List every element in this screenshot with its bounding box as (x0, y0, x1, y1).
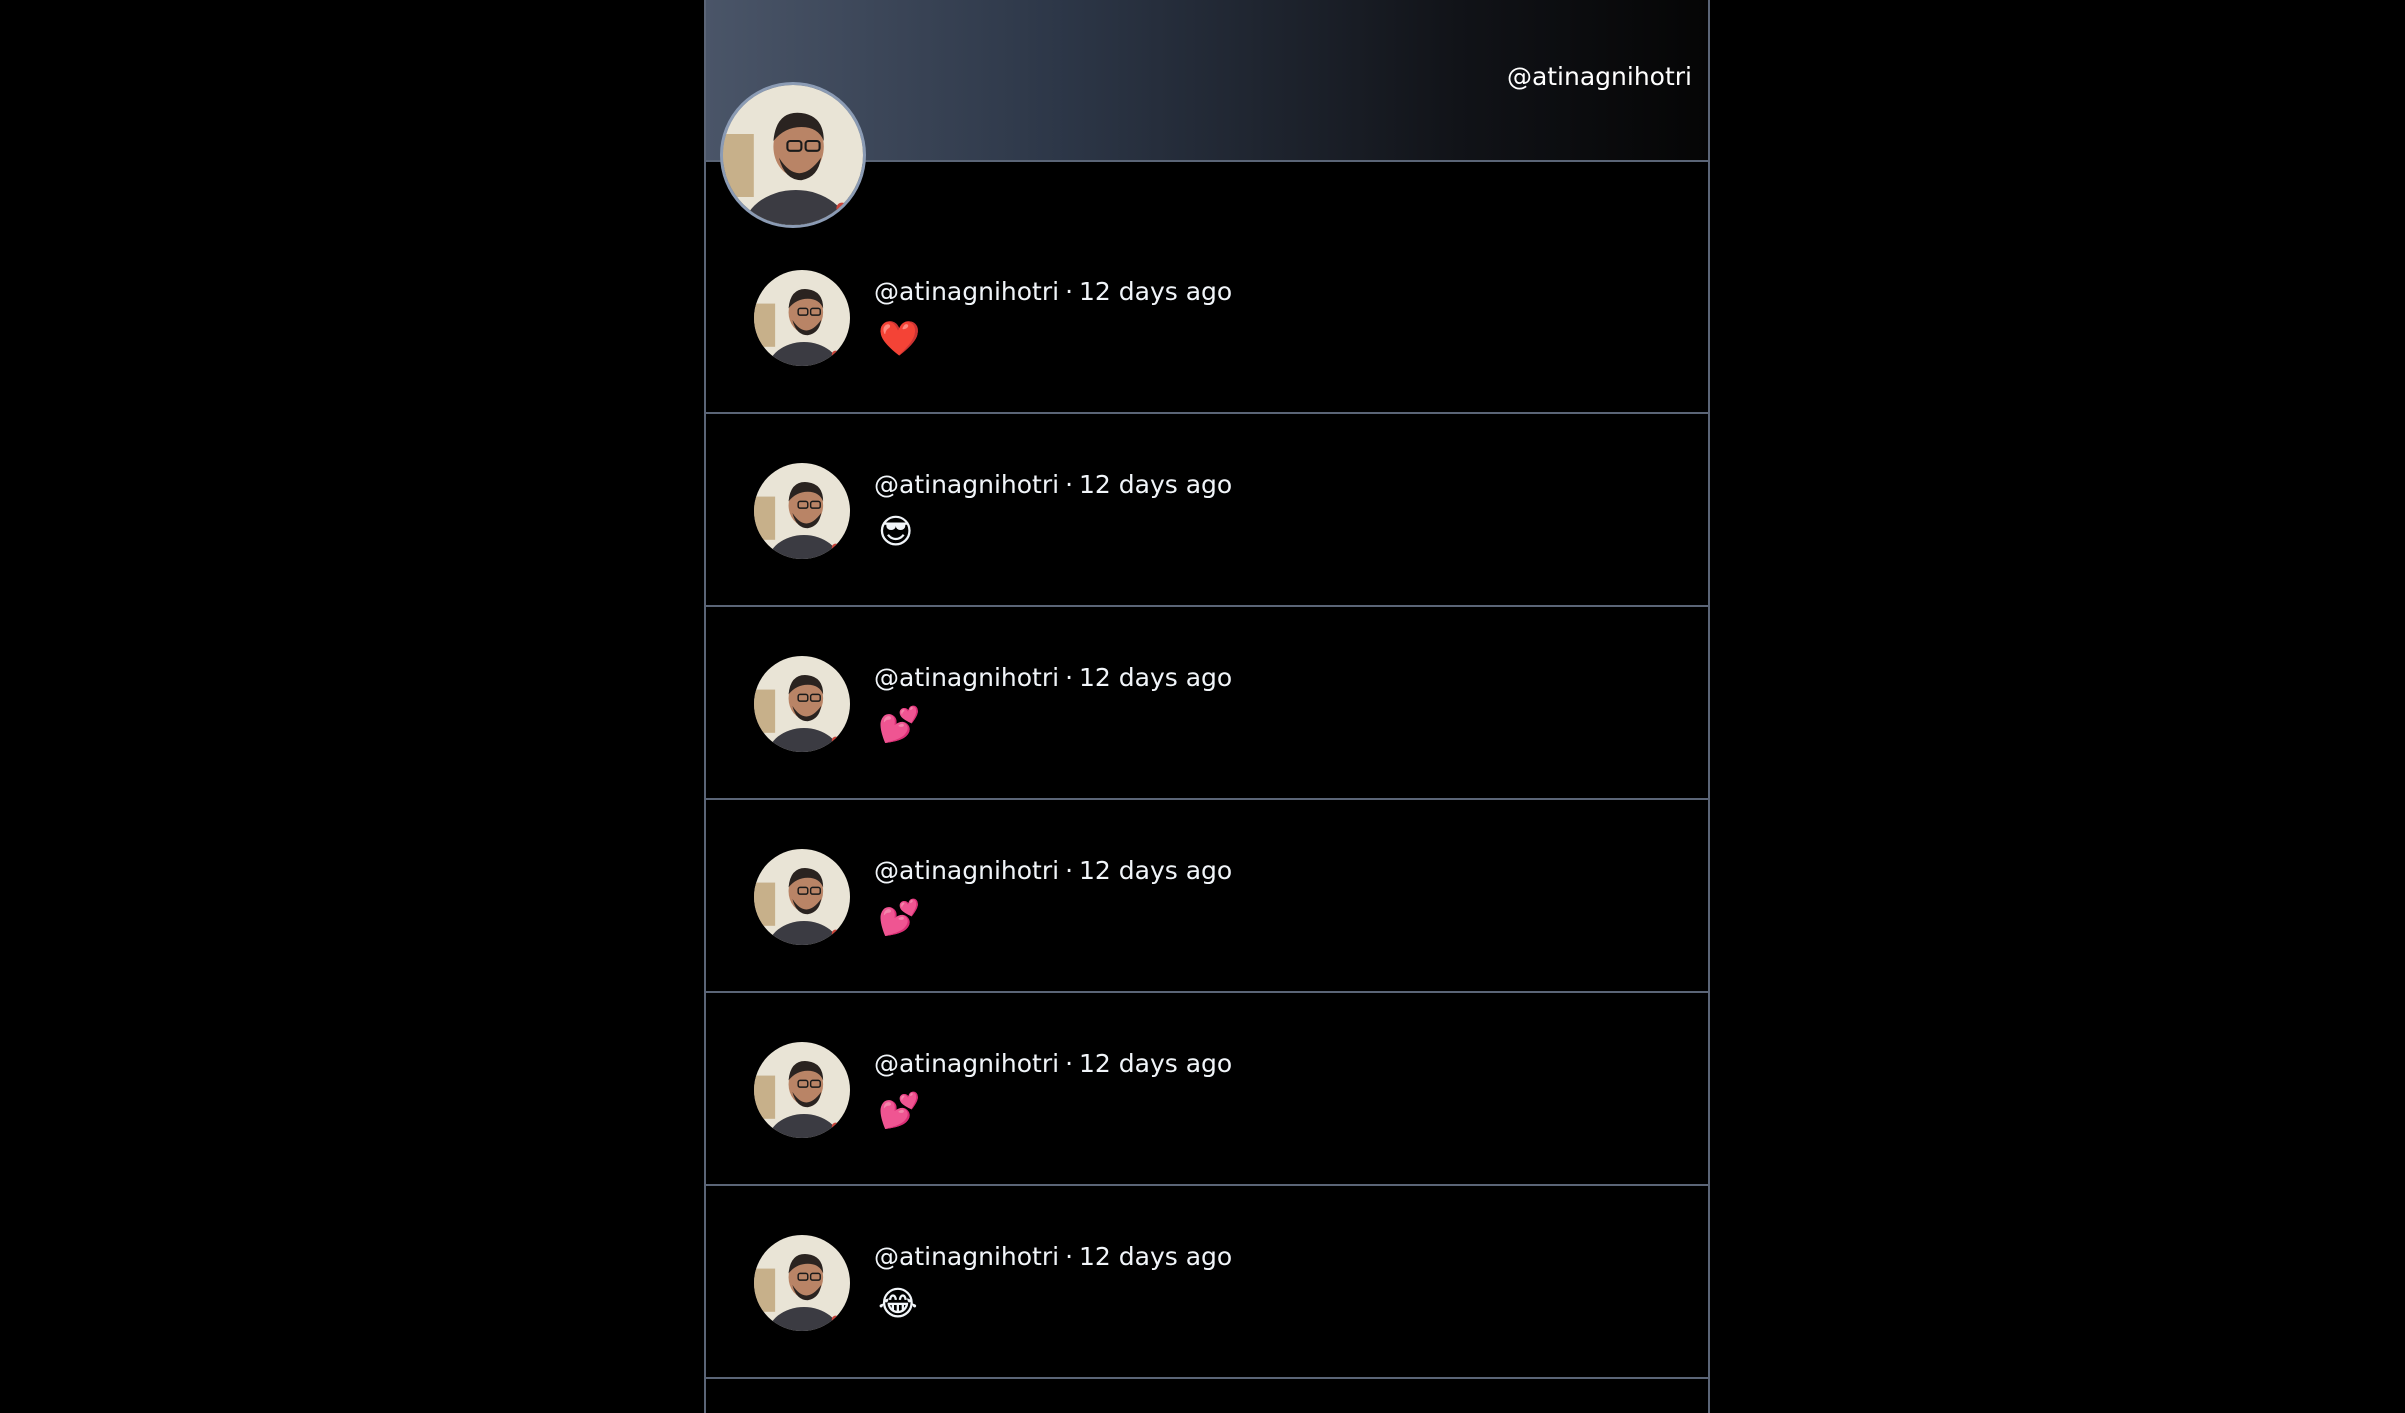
post-avatar[interactable] (754, 1042, 850, 1138)
post-item[interactable]: @atinagnihotri · 12 days ago ❤️ (706, 162, 1708, 414)
post-content: 💕 (878, 705, 921, 745)
post-meta: @atinagnihotri · 12 days ago (874, 663, 1232, 692)
post-timestamp: 12 days ago (1079, 1049, 1233, 1078)
avatar-photo-icon (754, 270, 850, 366)
post-meta: @atinagnihotri · 12 days ago (874, 277, 1232, 306)
avatar-photo-icon (754, 463, 850, 559)
meta-separator: · (1065, 1049, 1074, 1078)
avatar-photo-icon (723, 85, 863, 225)
meta-separator: · (1065, 663, 1074, 692)
post-meta: @atinagnihotri · 12 days ago (874, 1242, 1232, 1271)
post-avatar[interactable] (754, 270, 850, 366)
post-author[interactable]: @atinagnihotri (874, 1049, 1059, 1078)
post-item[interactable]: @atinagnihotri · 12 days ago 💕 (706, 607, 1708, 800)
post-meta: @atinagnihotri · 12 days ago (874, 1049, 1232, 1078)
post-item[interactable]: @atinagnihotri · 12 days ago 💕 (706, 993, 1708, 1186)
post-content: 😂 (878, 1284, 918, 1324)
post-avatar[interactable] (754, 463, 850, 559)
avatar-photo-icon (754, 849, 850, 945)
post-avatar[interactable] (754, 656, 850, 752)
post-author[interactable]: @atinagnihotri (874, 663, 1059, 692)
avatar-photo-icon (754, 1235, 850, 1331)
post-author[interactable]: @atinagnihotri (874, 1242, 1059, 1271)
post-content: 💕 (878, 1091, 921, 1131)
avatar-photo-icon (754, 656, 850, 752)
post-item[interactable]: @atinagnihotri · 12 days ago 💕 (706, 800, 1708, 993)
post-timestamp: 12 days ago (1079, 470, 1233, 499)
post-avatar[interactable] (754, 849, 850, 945)
post-item[interactable]: @atinagnihotri · 12 days ago 😂 (706, 1186, 1708, 1379)
meta-separator: · (1065, 470, 1074, 499)
meta-separator: · (1065, 856, 1074, 885)
post-author[interactable]: @atinagnihotri (874, 856, 1059, 885)
profile-handle[interactable]: @atinagnihotri (1507, 62, 1692, 91)
post-meta: @atinagnihotri · 12 days ago (874, 856, 1232, 885)
post-timestamp: 12 days ago (1079, 856, 1233, 885)
post-author[interactable]: @atinagnihotri (874, 277, 1059, 306)
post-timestamp: 12 days ago (1079, 663, 1233, 692)
post-content: ❤️ (878, 319, 921, 359)
post-item[interactable]: @atinagnihotri · 12 days ago 😎 (706, 414, 1708, 607)
post-meta: @atinagnihotri · 12 days ago (874, 470, 1232, 499)
post-timestamp: 12 days ago (1079, 277, 1233, 306)
meta-separator: · (1065, 277, 1074, 306)
post-content: 💕 (878, 898, 921, 938)
post-content: 😎 (878, 512, 914, 552)
post-timestamp: 12 days ago (1079, 1242, 1233, 1271)
profile-feed-column: @atinagnihotri @atinagnihotri · 12 days ag… (704, 0, 1710, 1413)
post-avatar[interactable] (754, 1235, 850, 1331)
avatar-photo-icon (754, 1042, 850, 1138)
profile-avatar[interactable] (720, 82, 866, 228)
post-author[interactable]: @atinagnihotri (874, 470, 1059, 499)
meta-separator: · (1065, 1242, 1074, 1271)
